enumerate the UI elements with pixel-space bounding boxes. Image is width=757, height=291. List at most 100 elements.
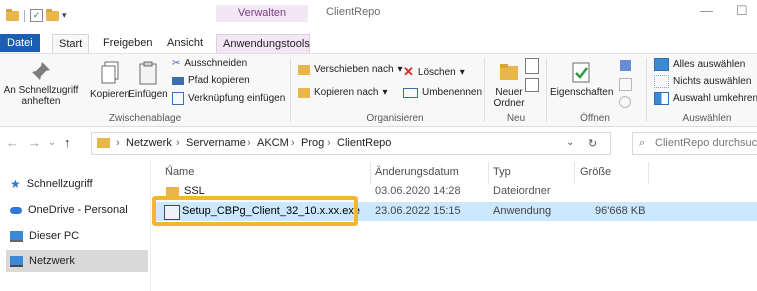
copy-folder-icon [298, 87, 310, 98]
star-icon: ★ [10, 177, 21, 191]
highlight-frame [152, 196, 358, 226]
organize-group-label: Organisieren [366, 113, 424, 124]
rename-label: Umbenennen [422, 87, 483, 98]
delete-label: Löschen [417, 66, 456, 78]
paste-shortcut-label: Verknüpfung einfügen [188, 93, 286, 104]
group-separator [290, 58, 291, 122]
move-to-button[interactable]: Verschieben nach ▾ [298, 64, 403, 75]
pin-label-2: anheften [21, 96, 61, 107]
edit-icon [618, 78, 632, 91]
select-all-button[interactable]: Alles auswählen [654, 58, 745, 71]
breadcrumb-prog[interactable]: Prog [301, 137, 324, 149]
cut-button[interactable]: ✂ Ausschneiden [172, 58, 247, 69]
edit-button[interactable] [616, 78, 634, 94]
breadcrumb-servername[interactable]: Servername [186, 137, 246, 149]
recent-locations-chevron-icon[interactable]: ⌄ [48, 137, 56, 148]
dropdown-arrow-icon: ▾ [459, 66, 465, 78]
cloud-icon [10, 206, 22, 214]
new-group-label: Neu [506, 113, 526, 124]
breadcrumb-separator: › [176, 137, 180, 149]
sidebar-item-this-pc[interactable]: Dieser PC [6, 225, 148, 247]
move-to-label: Verschieben nach [314, 64, 394, 75]
sidebar-item-onedrive[interactable]: OneDrive - Personal [6, 199, 148, 221]
file-date: 23.06.2022 15:15 [375, 205, 461, 217]
delete-button[interactable]: ✕ Löschen ▾ [403, 64, 465, 80]
tab-app-tools[interactable]: Anwendungstools [216, 34, 310, 53]
breadcrumb-separator: › [247, 137, 251, 149]
tab-file[interactable]: Datei [0, 34, 40, 52]
group-separator [546, 58, 547, 122]
column-header-date[interactable]: Änderungsdatum [375, 166, 459, 178]
tab-start[interactable]: Start [52, 34, 90, 53]
column-header-size[interactable]: Größe [580, 166, 611, 178]
context-tab-manage[interactable]: Verwalten [216, 5, 308, 22]
back-arrow-icon[interactable]: ← [6, 135, 19, 150]
refresh-icon[interactable]: ↻ [588, 137, 597, 150]
tab-view[interactable]: Ansicht [161, 34, 209, 52]
open-icon [619, 60, 631, 71]
pin-quick-access-button[interactable]: An Schnellzugriff anheften [0, 60, 82, 107]
clipboard-group-label: Zwischenablage [108, 113, 182, 124]
properties-label: Eigenschaften [550, 87, 614, 98]
properties-check-icon[interactable]: ✓ [30, 9, 43, 22]
copy-label: Kopieren [89, 89, 131, 100]
select-group-label: Auswählen [682, 113, 732, 124]
paste-shortcut-button[interactable]: Verknüpfung einfügen [172, 92, 285, 105]
open-button[interactable] [616, 60, 634, 74]
breadcrumb-akcm[interactable]: AKCM [257, 137, 289, 149]
tab-share[interactable]: Freigeben [97, 34, 159, 52]
select-none-button[interactable]: Nichts auswählen [654, 75, 751, 88]
copy-path-button[interactable]: Pfad kopieren [172, 75, 250, 86]
new-item-button[interactable] [522, 58, 542, 77]
breadcrumb-separator: › [327, 137, 331, 149]
breadcrumb-netzwerk[interactable]: Netzwerk [126, 137, 172, 149]
search-box[interactable]: ⌕ ClientRepo durchsuchen [632, 132, 757, 155]
sidebar-item-label: Dieser PC [29, 230, 80, 242]
minimize-button[interactable]: — [700, 3, 713, 18]
breadcrumb-clientrepo[interactable]: ClientRepo [337, 137, 391, 149]
paste-icon [139, 61, 157, 85]
address-dropdown-chevron-icon[interactable]: ⌄ [566, 137, 574, 148]
file-date: 03.06.2020 14:28 [375, 185, 461, 197]
address-bar[interactable]: › Netzwerk › Servername › AKCM › Prog › … [91, 132, 611, 155]
select-all-label: Alles auswählen [673, 59, 746, 70]
maximize-button[interactable]: ☐ [736, 3, 748, 19]
shortcut-icon [172, 92, 184, 105]
group-separator [646, 58, 647, 122]
rename-icon [403, 87, 418, 98]
history-icon [619, 96, 631, 108]
open-group-label: Öffnen [580, 113, 610, 124]
invert-selection-button[interactable]: Auswahl umkehren [654, 92, 757, 105]
file-size: 96'668 KB [595, 205, 646, 217]
customize-quick-access-icon[interactable]: ▾ [62, 10, 67, 21]
folder-icon [6, 8, 19, 21]
forward-arrow-icon[interactable]: → [28, 135, 41, 150]
new-folder-icon[interactable] [46, 8, 59, 21]
invert-selection-icon [654, 92, 669, 105]
column-header-name[interactable]: Name [165, 166, 194, 178]
properties-button[interactable]: Eigenschaften [550, 60, 614, 98]
easy-access-button[interactable] [522, 78, 542, 95]
properties-icon [572, 62, 590, 83]
folder-icon [97, 138, 110, 148]
breadcrumb-separator: › [291, 137, 295, 149]
history-button[interactable] [616, 96, 634, 111]
file-type: Anwendung [493, 205, 552, 217]
move-folder-icon [298, 64, 310, 75]
rename-button[interactable]: Umbenennen [403, 87, 482, 98]
column-header-type[interactable]: Typ [493, 166, 511, 178]
sidebar-item-network[interactable]: Netzwerk [6, 250, 148, 272]
search-input[interactable]: ClientRepo durchsuchen [655, 137, 757, 149]
paste-button[interactable]: Einfügen [128, 60, 168, 100]
column-separator [370, 162, 371, 184]
copy-to-button[interactable]: Kopieren nach ▾ [298, 87, 388, 98]
path-icon [172, 76, 184, 85]
copy-button[interactable]: Kopieren [88, 60, 132, 100]
copy-to-label: Kopieren nach [314, 87, 379, 98]
sidebar-item-quick-access[interactable]: ★ Schnellzugriff [6, 173, 148, 195]
cut-label: Ausschneiden [184, 58, 248, 69]
up-arrow-icon[interactable]: ↑ [64, 135, 71, 150]
file-type: Dateiordner [493, 185, 551, 197]
group-separator [484, 58, 485, 122]
ribbon-tabs: Datei Start Freigeben Ansicht Anwendungs… [0, 33, 757, 53]
